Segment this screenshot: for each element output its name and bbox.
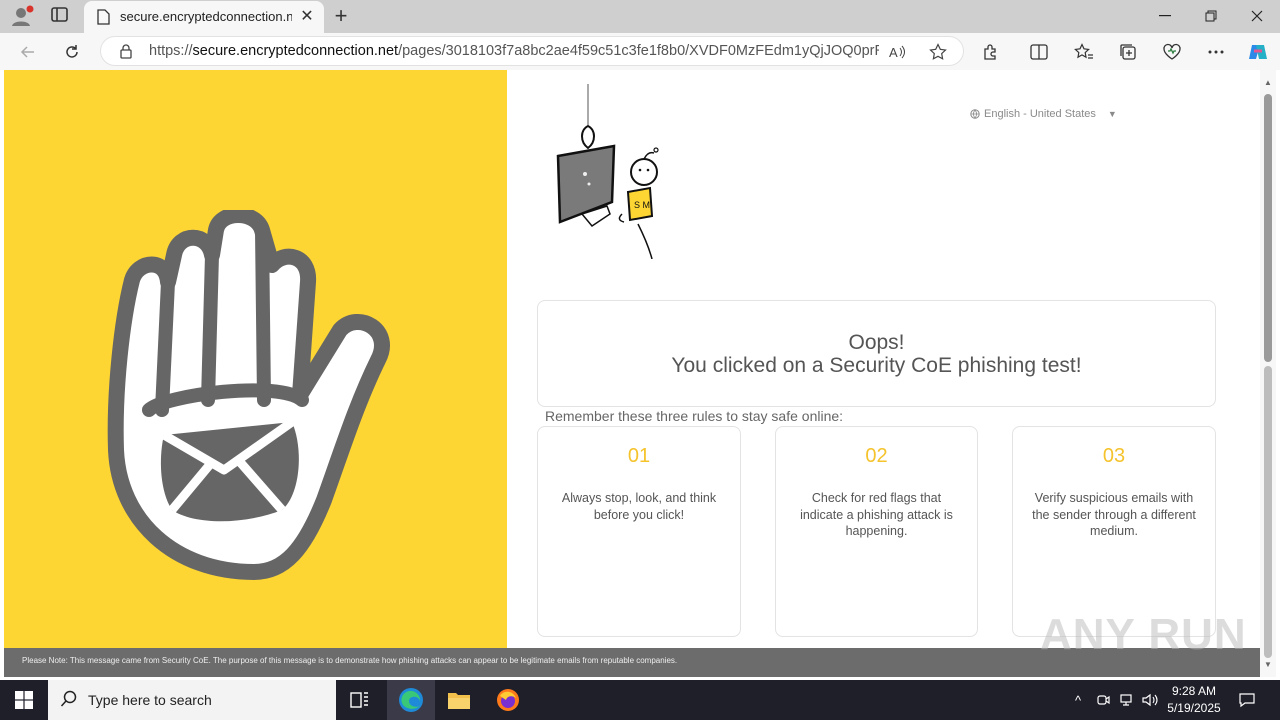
firefox-taskbar-button[interactable] (484, 680, 532, 720)
url-path: /pages/3018103f7a8bc2ae4f59c51c3fe1f8b0/… (398, 43, 879, 59)
close-tab-icon[interactable]: ✕ (298, 8, 316, 26)
globe-icon (970, 109, 980, 119)
notification-icon[interactable] (1237, 690, 1257, 710)
folder-icon (448, 693, 470, 709)
chevron-up-icon[interactable]: ^ (1068, 690, 1088, 710)
url-prefix: https:// (149, 43, 193, 59)
extensions-icon[interactable] (979, 40, 1003, 64)
svg-text:A: A (889, 45, 898, 60)
back-button[interactable] (14, 38, 42, 66)
url-host: secure.encryptedconnection.net (192, 43, 399, 59)
favorite-star-icon[interactable] (927, 41, 949, 63)
stop-hand-envelope-icon (104, 207, 414, 590)
footer-note: Please Note: This message came from Secu… (22, 656, 678, 665)
refresh-button[interactable] (58, 38, 86, 66)
tab-bar: secure.encryptedconnection.net/ ✕ + (0, 0, 1280, 33)
rule-text: Check for red flags that indicate a phis… (800, 491, 953, 538)
close-window-button[interactable] (1234, 0, 1280, 32)
rule-card: 02 Check for red flags that indicate a p… (775, 426, 978, 637)
anyrun-watermark: ANY RUN (1040, 610, 1247, 660)
clock-time: 9:28 AM (1171, 684, 1217, 698)
taskbar-search-box[interactable]: Type here to search (48, 680, 336, 720)
profile-icon[interactable] (10, 5, 34, 27)
page-scrollbar[interactable]: ▲ ▼ (1260, 70, 1276, 677)
scroll-track[interactable] (1264, 366, 1272, 658)
taskbar-clock[interactable]: 9:28 AM 5/19/2025 (1160, 683, 1228, 717)
copilot-icon[interactable] (1246, 40, 1270, 64)
meet-now-icon[interactable] (1093, 690, 1113, 710)
rule-card: 03 Verify suspicious emails with the sen… (1012, 426, 1216, 637)
browser-toolbar: https://secure.encryptedconnection.net/p… (0, 33, 1280, 70)
language-selector[interactable]: English - United States ▼ (970, 108, 1117, 120)
rule-number: 01 (627, 445, 651, 467)
oops-subtitle: You clicked on a Security CoE phishing t… (671, 354, 1082, 377)
clock-date: 5/19/2025 (1167, 701, 1221, 715)
firefox-icon (497, 689, 519, 711)
tab-actions-icon[interactable] (50, 6, 72, 26)
watermark-text: ANY RUN (1040, 610, 1247, 659)
rule-number: 02 (865, 445, 888, 467)
minimize-button[interactable] (1142, 0, 1188, 32)
search-placeholder: Type here to search (88, 692, 212, 708)
edge-taskbar-button[interactable] (387, 680, 435, 720)
scroll-thumb[interactable] (1264, 94, 1272, 362)
windows-taskbar: Type here to search ^ 9:28 AM 5/19/2025 (0, 680, 1280, 720)
page-icon (96, 9, 110, 30)
svg-text:S M: S M (634, 200, 650, 210)
network-icon[interactable] (1117, 690, 1137, 710)
split-screen-icon[interactable] (1027, 40, 1051, 64)
yellow-hero-panel (4, 70, 507, 648)
read-aloud-icon[interactable]: A (887, 41, 909, 63)
scroll-up-arrow-icon[interactable]: ▲ (1264, 78, 1272, 87)
task-view-icon (350, 692, 368, 708)
rule-number: 03 (1102, 445, 1126, 467)
edge-icon (399, 688, 423, 712)
oops-title: Oops! (848, 331, 905, 354)
chevron-down-icon: ▼ (1107, 109, 1117, 119)
volume-icon[interactable] (1140, 690, 1160, 710)
file-explorer-button[interactable] (435, 680, 483, 720)
windows-logo-icon (15, 691, 33, 709)
url-text[interactable]: https://secure.encryptedconnection.net/p… (149, 43, 879, 59)
task-view-button[interactable] (336, 680, 384, 720)
new-tab-button[interactable]: + (330, 4, 352, 28)
lock-icon[interactable] (119, 43, 133, 64)
restore-button[interactable] (1188, 0, 1234, 32)
browser-essentials-icon[interactable] (1160, 40, 1184, 64)
scroll-down-arrow-icon[interactable]: ▼ (1264, 660, 1272, 669)
rules-intro: Remember these three rules to stay safe … (545, 408, 844, 424)
oops-message-card: Oops! You clicked on a Security CoE phis… (537, 300, 1216, 407)
more-menu-icon[interactable] (1204, 40, 1228, 64)
active-tab[interactable]: secure.encryptedconnection.net/ ✕ (84, 1, 324, 33)
start-button[interactable] (0, 680, 48, 720)
collections-icon[interactable] (1116, 40, 1140, 64)
tab-title: secure.encryptedconnection.net/ (120, 9, 292, 24)
favorites-icon[interactable] (1072, 40, 1096, 64)
page-viewport: English - United States ▼ S M Oops! You … (4, 70, 1276, 677)
rule-text: Verify suspicious emails with the sender… (1032, 491, 1196, 538)
address-bar[interactable]: https://secure.encryptedconnection.net/p… (100, 36, 964, 66)
rule-text: Always stop, look, and think before you … (561, 491, 717, 522)
language-label: English - United States (984, 108, 1096, 120)
search-icon (60, 690, 78, 713)
rule-card: 01 Always stop, look, and think before y… (537, 426, 741, 637)
phishing-computer-illustration: S M (552, 84, 672, 264)
